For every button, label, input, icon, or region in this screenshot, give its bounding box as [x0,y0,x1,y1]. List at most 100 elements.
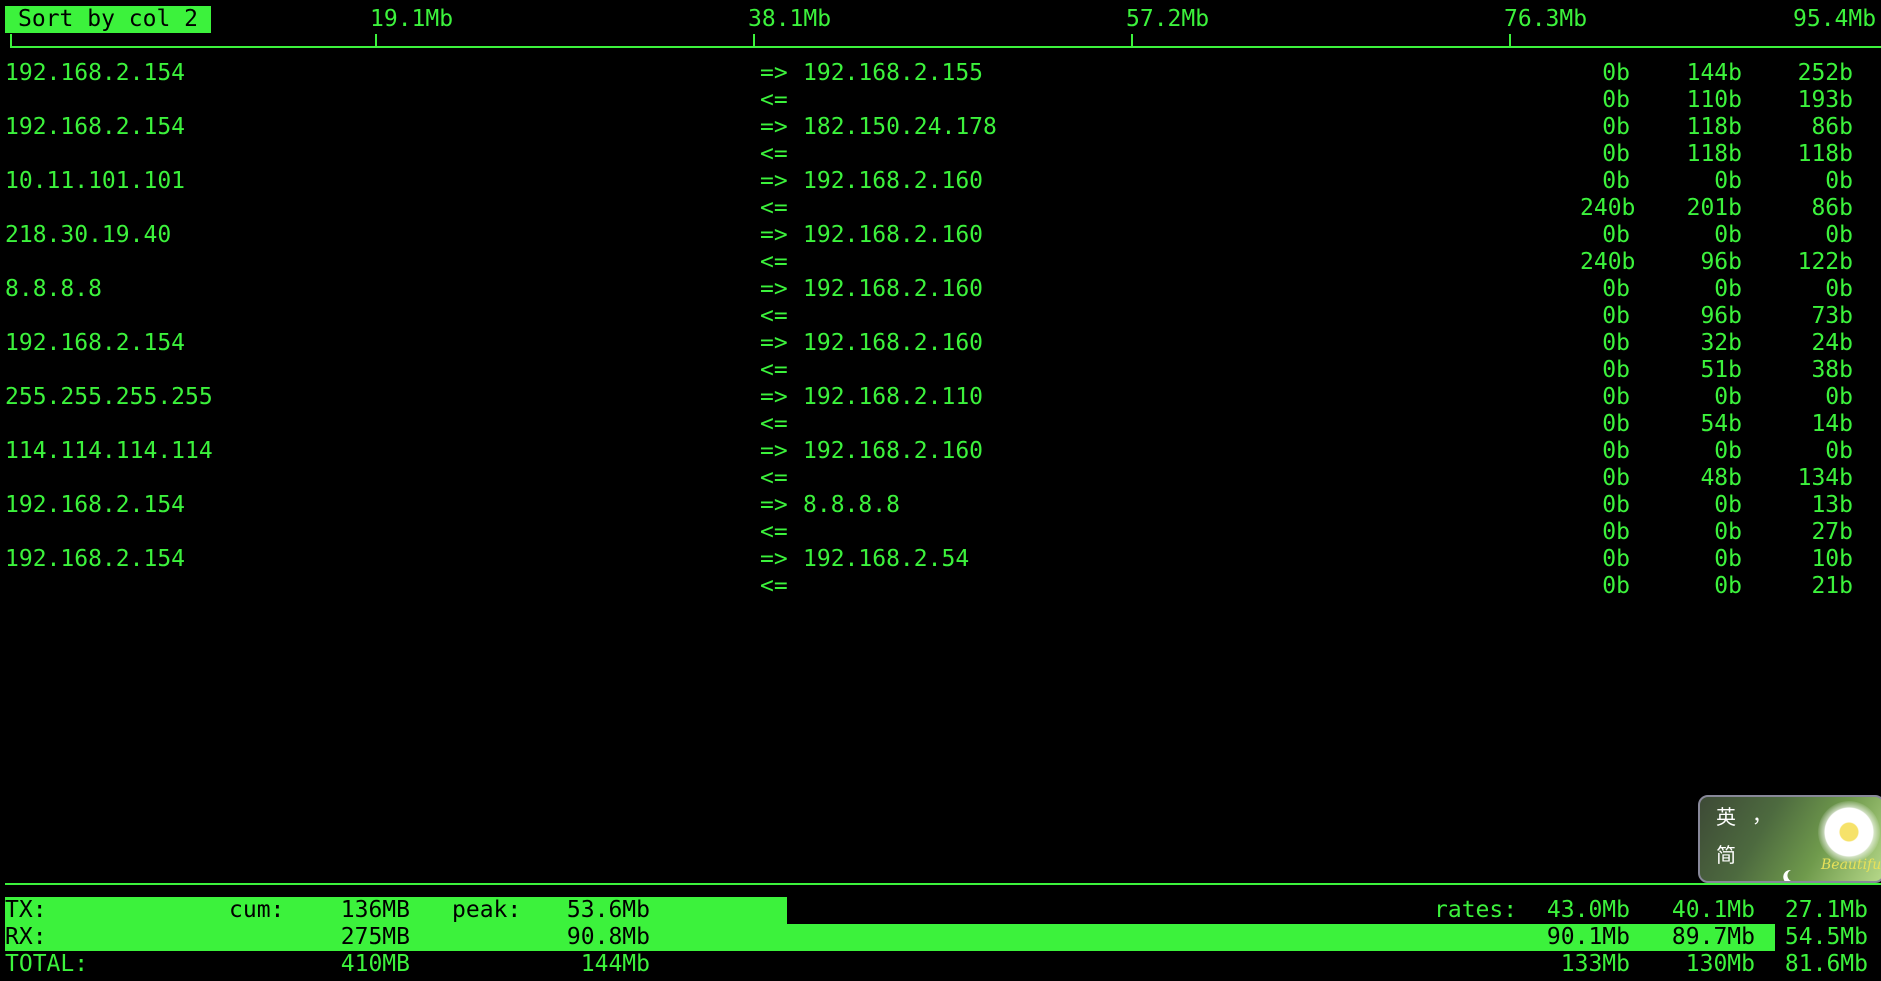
tx-rate-10s: 0b [1714,384,1742,410]
tx-rate-40s: 252b [1797,60,1853,86]
total-peak-value: 144Mb [580,951,650,977]
rx-label: RX: [5,924,47,950]
source-host: 114.114.114.114 [5,438,213,464]
cum-label: cum: [229,897,285,923]
rx-rate-10s: 0b [1714,573,1742,599]
scale-rule [10,46,1881,48]
tx-rate-10s: 0b [1714,222,1742,248]
tx-label: TX: [5,897,47,923]
connection-row-in: <= 0b 118b 118b [0,141,1881,168]
connection-row-out: 218.30.19.40 => 192.168.2.160 0b 0b 0b [0,222,1881,249]
ime-status-panel[interactable]: 英 ， 简 Beautiful [1698,795,1881,883]
connection-row-out: 192.168.2.154 => 192.168.2.160 0b 32b 24b [0,330,1881,357]
tx-rate-2s: 0b [1602,276,1630,302]
tx-rate-40s: 86b [1811,114,1853,140]
tx-rate-40s: 24b [1811,330,1853,356]
rx-rate-2s: 0b [1602,87,1630,113]
skin-caption: Beautiful [1821,857,1881,873]
outbound-arrow: => [760,114,788,140]
connection-row-out: 114.114.114.114 => 192.168.2.160 0b 0b 0b [0,438,1881,465]
tx-rate-2s: 43.0Mb [1546,897,1630,923]
connection-row-in: <= 0b 0b 27b [0,519,1881,546]
destination-host: 192.168.2.160 [803,276,984,302]
scale-label-5: 95.4Mb [1793,6,1877,32]
destination-host: 192.168.2.110 [803,384,984,410]
connection-row-in: <= 0b 0b 21b [0,573,1881,600]
sort-indicator: Sort by col 2 [5,6,212,33]
connection-row-out: 192.168.2.154 => 192.168.2.155 0b 144b 252b [0,60,1881,87]
source-host: 8.8.8.8 [5,276,102,302]
connection-row-in: <= 0b 51b 38b [0,357,1881,384]
destination-host: 192.168.2.160 [803,222,984,248]
inbound-arrow: <= [760,249,788,275]
rx-rate-40s: 122b [1797,249,1853,275]
tx-rate-2s: 0b [1602,438,1630,464]
tx-rate-2s: 0b [1602,330,1630,356]
destination-host: 182.150.24.178 [803,114,997,140]
source-host: 218.30.19.40 [5,222,172,248]
rx-rate-10s: 96b [1700,249,1742,275]
rx-rate-2s: 240b [1580,195,1636,221]
rx-rate-10s: 54b [1700,411,1742,437]
rx-rate-2s: 0b [1602,357,1630,383]
inbound-arrow: <= [760,573,788,599]
rx-rate-40s: 27b [1811,519,1853,545]
rx-rate-2s: 0b [1602,465,1630,491]
tx-rate-10s: 0b [1714,276,1742,302]
tx-rate-10s: 118b [1686,114,1742,140]
ime-script-toggle[interactable]: 简 [1716,843,1736,867]
tx-rate-2s: 0b [1602,384,1630,410]
rx-rate-2s: 0b [1602,303,1630,329]
connection-row-in: <= 0b 96b 73b [0,303,1881,330]
outbound-arrow: => [760,222,788,248]
tx-rate-10s: 144b [1686,60,1742,86]
inbound-arrow: <= [760,303,788,329]
source-host: 192.168.2.154 [5,492,186,518]
ime-punctuation-toggle[interactable]: ， [1752,803,1772,827]
tx-rate-2s: 0b [1602,492,1630,518]
rx-rate-10s: 48b [1700,465,1742,491]
rx-rate-10s: 118b [1686,141,1742,167]
source-host: 10.11.101.101 [5,168,186,194]
inbound-arrow: <= [760,87,788,113]
ime-language-toggle[interactable]: 英 [1716,805,1736,829]
rx-rate-40s: 86b [1811,195,1853,221]
tx-rate-10s: 0b [1714,546,1742,572]
scale-label-1: 19.1Mb [370,6,454,32]
outbound-arrow: => [760,168,788,194]
outbound-arrow: => [760,546,788,572]
tx-rate-40s: 0b [1825,384,1853,410]
tx-rate-40s: 0b [1825,222,1853,248]
rx-rate-10s: 89.7Mb [1671,924,1755,950]
tx-rate-40s: 27.1Mb [1784,897,1868,923]
inbound-arrow: <= [760,411,788,437]
connection-row-out: 192.168.2.154 => 192.168.2.54 0b 0b 10b [0,546,1881,573]
tx-peak-value: 53.6Mb [566,897,650,923]
connection-row-out: 10.11.101.101 => 192.168.2.160 0b 0b 0b [0,168,1881,195]
rx-rate-10s: 96b [1700,303,1742,329]
tx-rate-10s: 32b [1700,330,1742,356]
tx-rate-40s: 0b [1825,276,1853,302]
connection-row-out: 8.8.8.8 => 192.168.2.160 0b 0b 0b [0,276,1881,303]
destination-host: 192.168.2.54 [803,546,970,572]
outbound-arrow: => [760,276,788,302]
source-host: 192.168.2.154 [5,60,186,86]
connection-row-in: <= 0b 54b 14b [0,411,1881,438]
total-rate-40s: 81.6Mb [1784,951,1868,977]
rates-label: rates: [1434,897,1518,923]
outbound-arrow: => [760,60,788,86]
source-host: 192.168.2.154 [5,330,186,356]
outbound-arrow: => [760,330,788,356]
moon-icon[interactable] [1754,843,1799,881]
destination-host: 192.168.2.160 [803,168,984,194]
tx-rate-10s: 0b [1714,168,1742,194]
tx-rate-40s: 10b [1811,546,1853,572]
rx-rate-2s: 0b [1602,411,1630,437]
tx-rate-40s: 0b [1825,438,1853,464]
connection-row-in: <= 0b 48b 134b [0,465,1881,492]
source-host: 192.168.2.154 [5,114,186,140]
scale-tick [753,34,755,47]
rx-rate-2s: 0b [1602,519,1630,545]
total-rate-10s: 130Mb [1685,951,1755,977]
rx-rate-40s: 38b [1811,357,1853,383]
